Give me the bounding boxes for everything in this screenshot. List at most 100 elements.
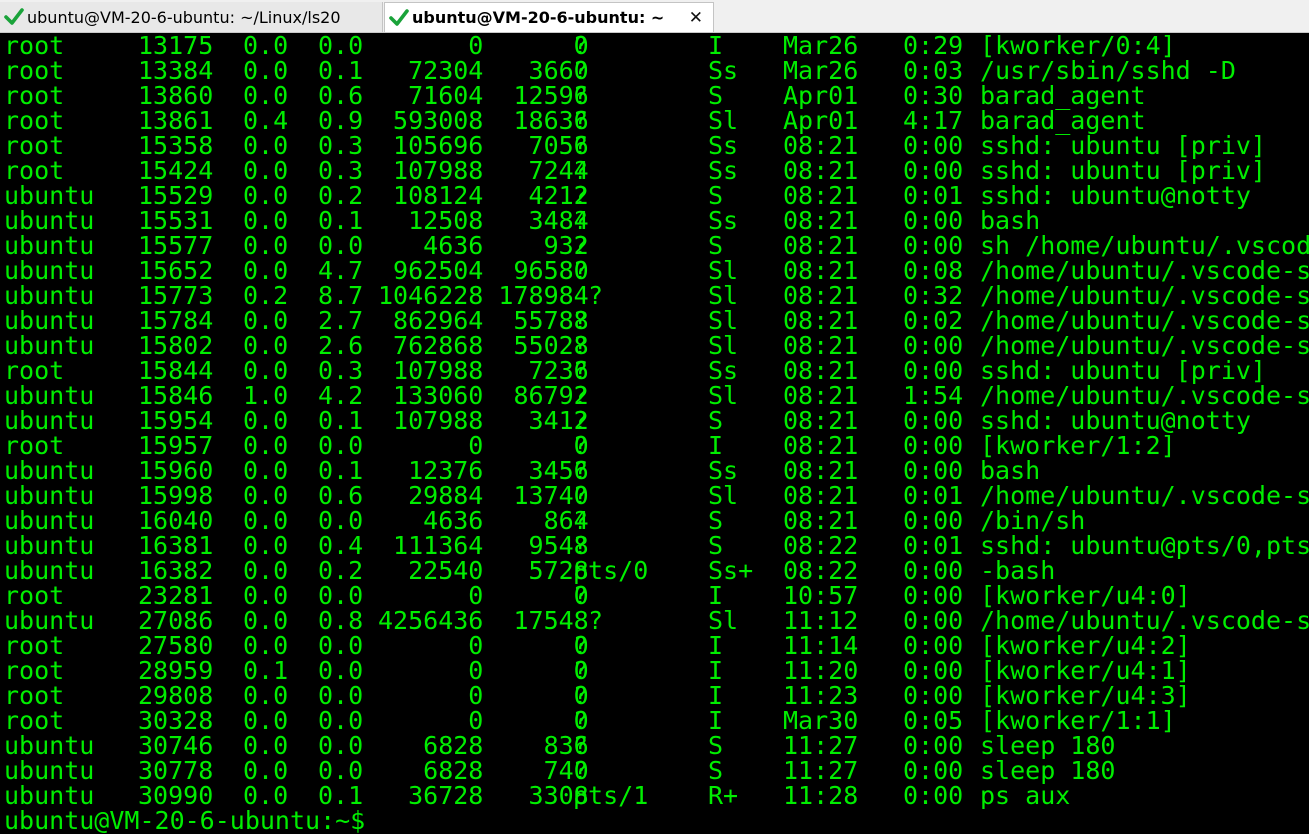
process-row: root 30328 0.0 0.0 0 0? I Mar30 0:05 [kworker/1… [0,708,1309,733]
process-row: ubuntu 15577 0.0 0.0 4636 932? S 08:21 0:00 sh … [0,233,1309,258]
process-start: 08:21 [783,231,859,260]
process-tty: ? [573,606,604,635]
tab-ls20[interactable]: ubuntu@VM-20-6-ubuntu: ~/Linux/ls20 [0,2,383,32]
process-stat: Sl [708,106,739,135]
process-start: 08:21 [783,456,859,485]
process-command: sleep 180 [980,731,1116,760]
process-pid: 15960 [138,456,214,485]
process-vsz-rss: 0 0 [378,581,589,610]
process-cpu: 0.0 [243,131,289,160]
process-mem: 0.1 [318,206,364,235]
process-pid: 13860 [138,81,214,110]
process-pid: 13861 [138,106,214,135]
process-tty: ? [573,81,589,110]
process-stat: S [708,531,724,560]
process-pid: 30746 [138,731,214,760]
process-vsz-rss: 36728 3308 [378,781,589,810]
process-cpu: 0.0 [243,556,289,585]
process-stat: S [708,731,724,760]
process-start: Mar30 [783,706,859,735]
process-stat: S [708,181,724,210]
process-vsz-rss: 133060 86792 [378,381,589,410]
process-tty: ? [573,406,589,435]
process-tty: ? [573,106,589,135]
process-tty: ? [573,331,589,360]
process-vsz-rss: 593008 18636 [378,106,589,135]
process-user: ubuntu [4,231,95,260]
process-row: root 15957 0.0 0.0 0 0? I 08:21 0:00 [kworker/1… [0,433,1309,458]
process-mem: 4.7 [318,256,364,285]
shell-prompt[interactable]: ubuntu@VM-20-6-ubuntu:~$ [4,808,365,833]
process-command: sshd: ubuntu@notty [980,181,1251,210]
process-stat: I [708,631,724,660]
process-start: Apr01 [783,81,859,110]
terminal-output[interactable]: root 13175 0.0 0.0 0 0? I Mar26 0:29 [kworker/0… [0,33,1309,834]
process-command: /home/ubuntu/.vscode-s [980,606,1309,635]
process-time: 0:05 [903,706,964,735]
process-start: 11:27 [783,756,859,785]
process-time: 0:00 [903,406,964,435]
process-stat: Ss+ [708,556,754,585]
process-mem: 0.0 [318,706,364,735]
process-cpu: 0.0 [243,606,289,635]
process-mem: 0.3 [318,131,364,160]
process-time: 0:00 [903,781,964,810]
process-time: 1:54 [903,381,964,410]
process-stat: S [708,506,724,535]
process-time: 0:29 [903,33,964,60]
process-tty: ? [573,531,589,560]
process-mem: 0.1 [318,781,364,810]
process-user: ubuntu [4,731,95,760]
process-start: 08:21 [783,256,859,285]
process-vsz-rss: 108124 4212 [378,181,589,210]
process-row: ubuntu 15954 0.0 0.1 107988 3412? S 08:21 0:00… [0,408,1309,433]
process-user: root [4,431,65,460]
process-time: 0:00 [903,681,964,710]
process-cpu: 0.0 [243,406,289,435]
tab-home[interactable]: ubuntu@VM-20-6-ubuntu: ~ ✕ [384,2,714,32]
process-cpu: 0.0 [243,481,289,510]
process-user: ubuntu [4,456,95,485]
process-user: ubuntu [4,606,95,635]
process-tty: ? [573,231,589,260]
process-stat: S [708,406,724,435]
process-row: ubuntu 15846 1.0 4.2 133060 86792? Sl 08:21 1:… [0,383,1309,408]
process-command: /home/ubuntu/.vscode-s [980,481,1309,510]
process-stat: S [708,231,724,260]
process-command: /home/ubuntu/.vscode-s [980,281,1309,310]
process-vsz-rss: 111364 9548 [378,531,589,560]
process-row: ubuntu 30778 0.0 0.0 6828 740? S 11:27 0:00 sle… [0,758,1309,783]
process-command: [kworker/u4:1] [980,656,1191,685]
process-mem: 0.0 [318,756,364,785]
process-start: 08:22 [783,531,859,560]
process-command: sshd: ubuntu [priv] [980,356,1266,385]
process-start: 11:12 [783,606,859,635]
process-mem: 0.1 [318,56,364,85]
process-mem: 0.0 [318,731,364,760]
process-cpu: 0.0 [243,256,289,285]
process-vsz-rss: 0 0 [378,33,589,60]
process-row: ubuntu 16040 0.0 0.0 4636 864? S 08:21 0:00/bi… [0,508,1309,533]
process-pid: 15954 [138,406,214,435]
process-stat: Ss [708,156,739,185]
process-vsz-rss: 107988 7236 [378,356,589,385]
process-pid: 16382 [138,556,214,585]
process-row: root 13384 0.0 0.1 72304 3660? Ss Mar26 0:03/u… [0,58,1309,83]
process-row: ubuntu 15998 0.0 0.6 29884 13740? Sl 08:21 0:0… [0,483,1309,508]
process-cpu: 0.0 [243,33,289,60]
process-tty: ? [573,681,589,710]
process-vsz-rss: 4636 864 [378,506,589,535]
process-user: ubuntu [4,306,95,335]
process-start: 08:21 [783,356,859,385]
process-row: ubuntu 15960 0.0 0.1 12376 3456? Ss 08:21 0:00… [0,458,1309,483]
process-command: -bash [980,556,1056,585]
process-stat: Sl [708,256,739,285]
process-start: 08:21 [783,406,859,435]
process-pid: 30778 [138,756,214,785]
process-start: Apr01 [783,106,859,135]
process-time: 0:00 [903,231,964,260]
process-start: 10:57 [783,581,859,610]
close-icon[interactable]: ✕ [689,8,703,28]
process-mem: 0.3 [318,356,364,385]
process-pid: 23281 [138,581,214,610]
